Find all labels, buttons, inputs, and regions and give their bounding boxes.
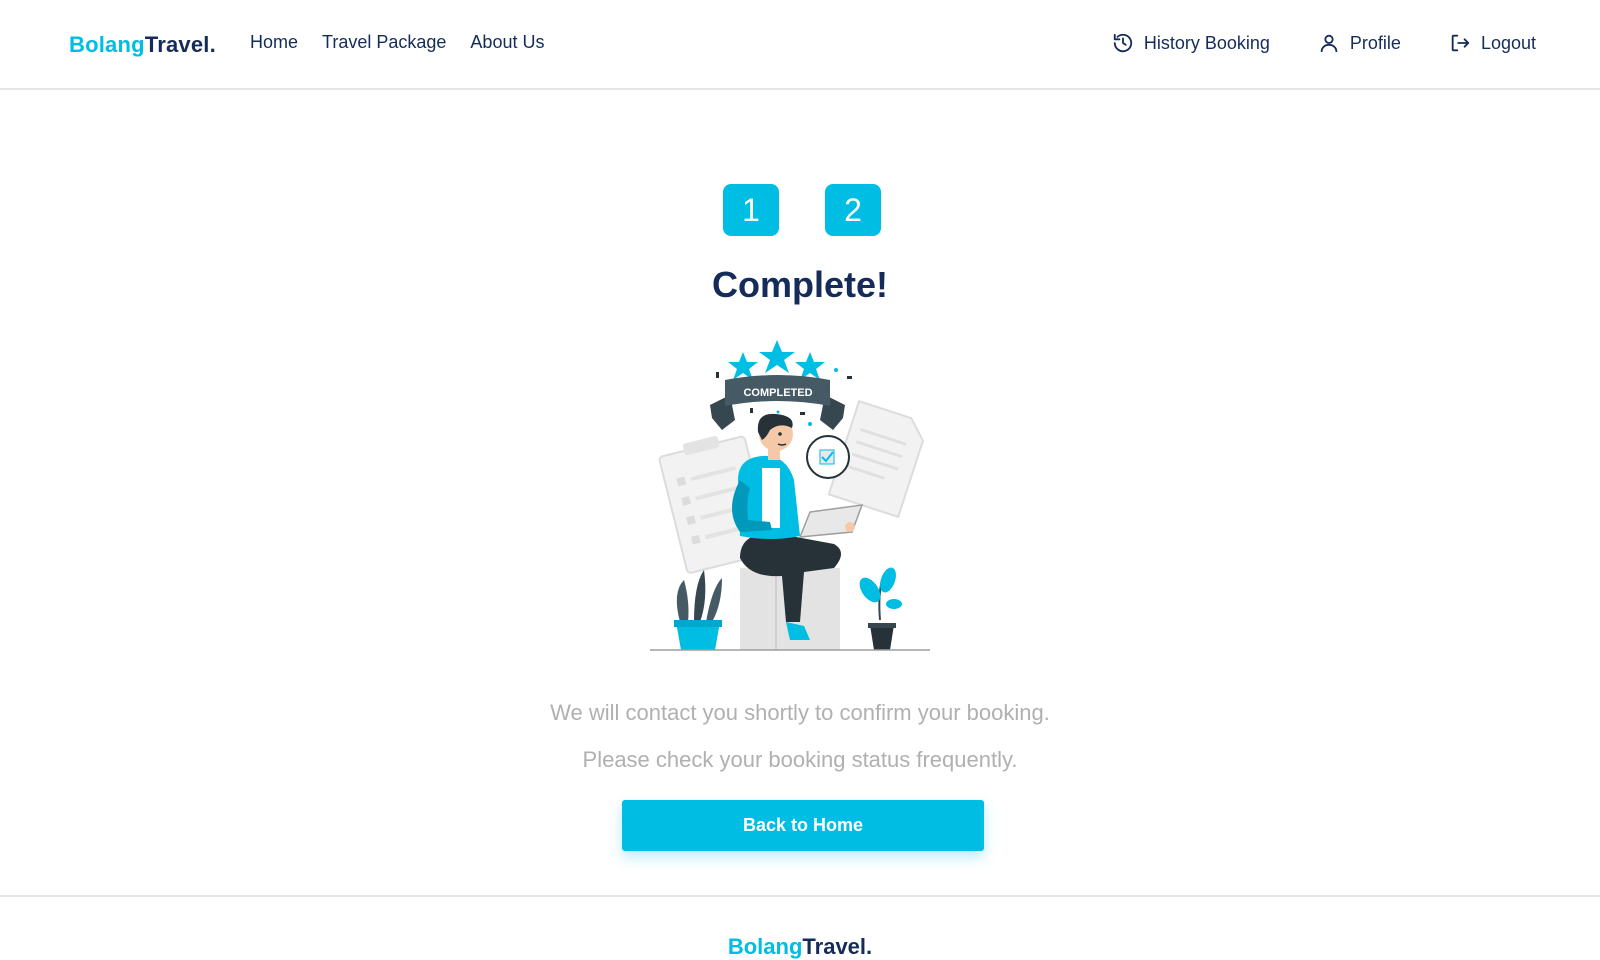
history-booking-link[interactable]: History Booking [1112, 32, 1270, 54]
step-2-indicator: 2 [825, 184, 881, 236]
profile-link[interactable]: Profile [1318, 32, 1401, 54]
profile-label: Profile [1349, 32, 1401, 53]
nav-travel-package-link[interactable]: Travel Package [322, 32, 446, 53]
step-1-indicator: 1 [723, 184, 779, 236]
main-nav: Home Travel Package About Us [250, 32, 544, 53]
nav-home-link[interactable]: Home [250, 32, 298, 53]
back-to-home-button[interactable]: Back to Home [622, 800, 984, 851]
footer-brand-part-1: Bolang [727, 934, 803, 959]
brand-part-1: Bolang [69, 32, 145, 57]
logout-link[interactable]: Logout [1449, 32, 1536, 54]
footer-brand-part-2: Travel. [802, 934, 873, 959]
footer-divider [0, 895, 1600, 897]
page-title: Complete! [711, 264, 888, 305]
logout-icon [1451, 34, 1470, 52]
footer-brand-logo[interactable]: BolangTravel. [0, 934, 1600, 960]
user-nav: History Booking Profile Logout [1112, 32, 1536, 54]
brand-part-2: Travel. [144, 32, 216, 57]
user-icon [1320, 34, 1338, 53]
booking-steps: 1 2 [723, 184, 881, 236]
history-icon [1113, 33, 1133, 53]
ribbon-text: COMPLETED [743, 387, 812, 399]
completed-illustration: COMPLETED [650, 340, 930, 651]
navbar: BolangTravel. Home Travel Package About … [0, 0, 1600, 90]
logout-label: Logout [1480, 32, 1536, 53]
leafy-plant-graphic [859, 567, 902, 650]
status-reminder-message: Please check your booking status frequen… [582, 747, 1018, 772]
history-booking-label: History Booking [1143, 32, 1270, 53]
cactus-plant-graphic [674, 570, 722, 650]
nav-about-us-link[interactable]: About Us [470, 32, 544, 53]
brand-logo[interactable]: BolangTravel. [69, 32, 216, 58]
confirmation-message: We will contact you shortly to confirm y… [550, 700, 1050, 725]
rating-stars [728, 340, 825, 380]
